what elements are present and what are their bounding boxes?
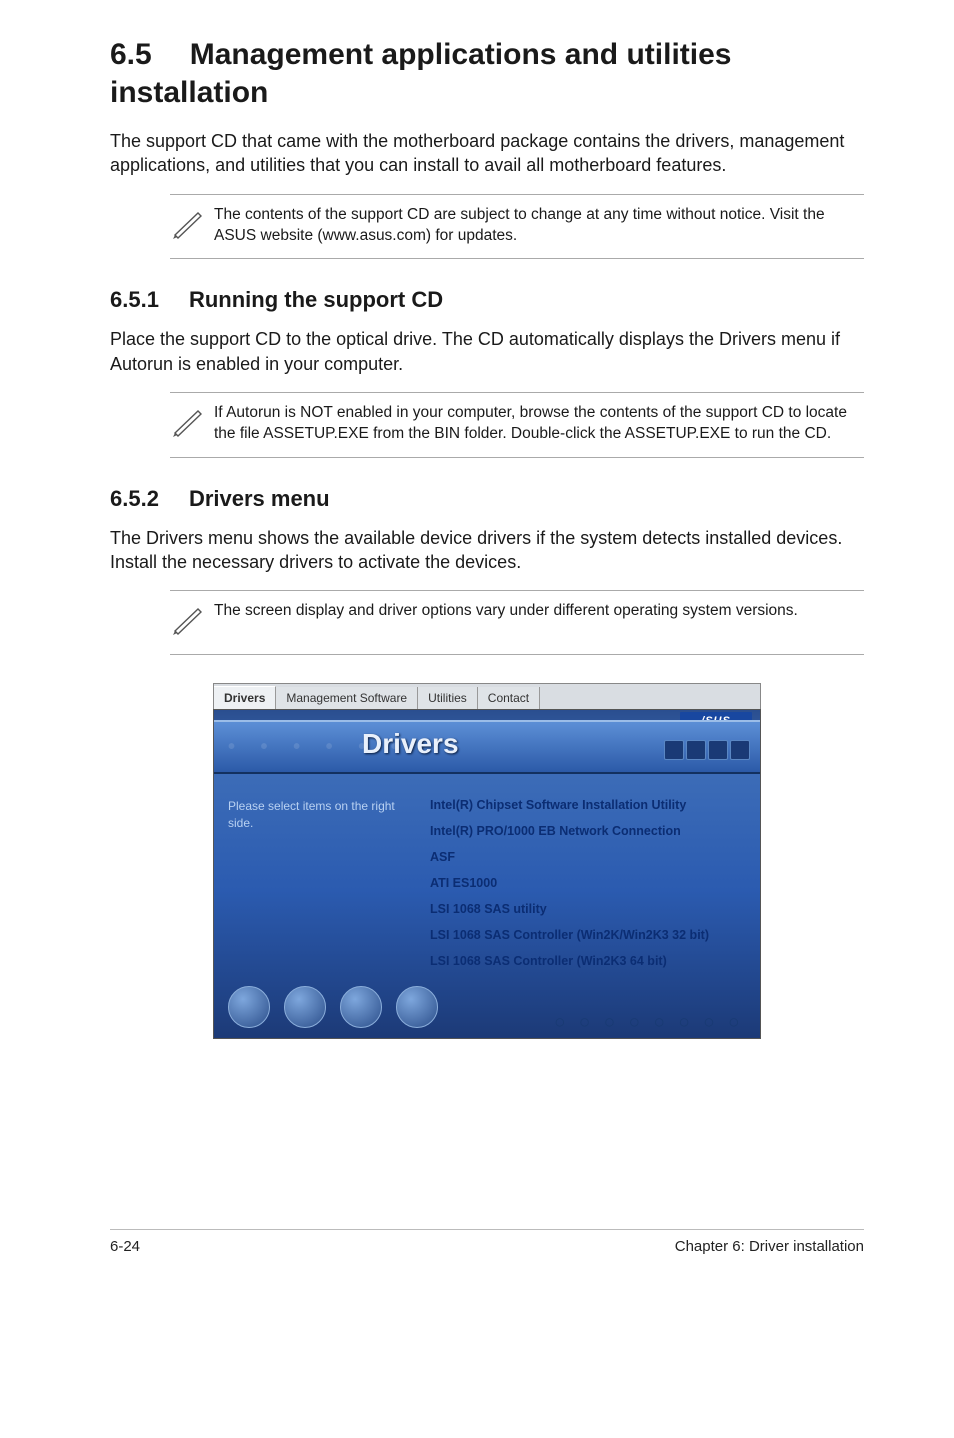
subsection-2-heading: 6.5.2 Drivers menu	[110, 486, 864, 512]
subsection-1-heading: 6.5.1 Running the support CD	[110, 287, 864, 313]
page-footer: 6-24 Chapter 6: Driver installation	[110, 1229, 864, 1281]
note-text-1: The contents of the support CD are subje…	[214, 205, 864, 247]
tab-drivers[interactable]: Drivers	[214, 686, 276, 709]
footer-icon[interactable]	[340, 986, 382, 1028]
note-icon	[170, 601, 214, 642]
driver-link[interactable]: LSI 1068 SAS utility	[430, 896, 748, 922]
page-number: 6-24	[110, 1238, 140, 1255]
panel-title: Drivers	[362, 728, 459, 760]
intro-paragraph: The support CD that came with the mother…	[110, 129, 864, 178]
control-icon[interactable]	[730, 740, 750, 760]
driver-link[interactable]: ASF	[430, 844, 748, 870]
tab-utilities[interactable]: Utilities	[418, 687, 478, 709]
driver-link[interactable]: ATI ES1000	[430, 870, 748, 896]
decorative-footer-dots: ○ ○ ○ ○ ○ ○ ○ ○	[556, 1014, 742, 1030]
note-block-1: The contents of the support CD are subje…	[170, 194, 864, 260]
note-block-3: The screen display and driver options va…	[170, 590, 864, 655]
control-icon[interactable]	[664, 740, 684, 760]
chapter-label: Chapter 6: Driver installation	[675, 1238, 864, 1255]
control-icon[interactable]	[686, 740, 706, 760]
footer-icon[interactable]	[228, 986, 270, 1028]
note-text-2: If Autorun is NOT enabled in your comput…	[214, 403, 864, 445]
section-title-text: Management applications and utilities in…	[110, 38, 731, 109]
subsection-2-title: Drivers menu	[189, 486, 330, 511]
driver-link[interactable]: LSI 1068 SAS Controller (Win2K/Win2K3 32…	[430, 922, 748, 948]
window-control-icons	[664, 740, 750, 760]
app-body: /SUS • • • • • • Drivers Please select i…	[213, 709, 761, 1039]
footer-icon[interactable]	[396, 986, 438, 1028]
note-block-2: If Autorun is NOT enabled in your comput…	[170, 392, 864, 458]
subsection-1-number: 6.5.1	[110, 287, 159, 313]
tabs-row: Drivers Management Software Utilities Co…	[213, 683, 761, 709]
subsection-1-title: Running the support CD	[189, 287, 443, 312]
bottom-icon-row	[228, 986, 438, 1028]
sub1-body: Place the support CD to the optical driv…	[110, 327, 864, 376]
left-instruction-text: Please select items on the right side.	[228, 798, 420, 832]
sub2-body: The Drivers menu shows the available dev…	[110, 526, 864, 575]
note-text-3: The screen display and driver options va…	[214, 601, 798, 622]
driver-link-list: Intel(R) Chipset Software Installation U…	[430, 792, 748, 974]
driver-link[interactable]: LSI 1068 SAS Controller (Win2K3 64 bit)	[430, 948, 748, 974]
tab-contact[interactable]: Contact	[478, 687, 540, 709]
section-number: 6.5	[110, 36, 152, 74]
tab-management-software[interactable]: Management Software	[276, 687, 418, 709]
drivers-app-window: Drivers Management Software Utilities Co…	[213, 683, 761, 1039]
note-icon	[170, 205, 214, 246]
subsection-2-number: 6.5.2	[110, 486, 159, 512]
driver-link[interactable]: Intel(R) PRO/1000 EB Network Connection	[430, 818, 748, 844]
note-icon	[170, 403, 214, 444]
control-icon[interactable]	[708, 740, 728, 760]
driver-link[interactable]: Intel(R) Chipset Software Installation U…	[430, 792, 748, 818]
section-heading: 6.5Management applications and utilities…	[110, 36, 864, 111]
footer-icon[interactable]	[284, 986, 326, 1028]
